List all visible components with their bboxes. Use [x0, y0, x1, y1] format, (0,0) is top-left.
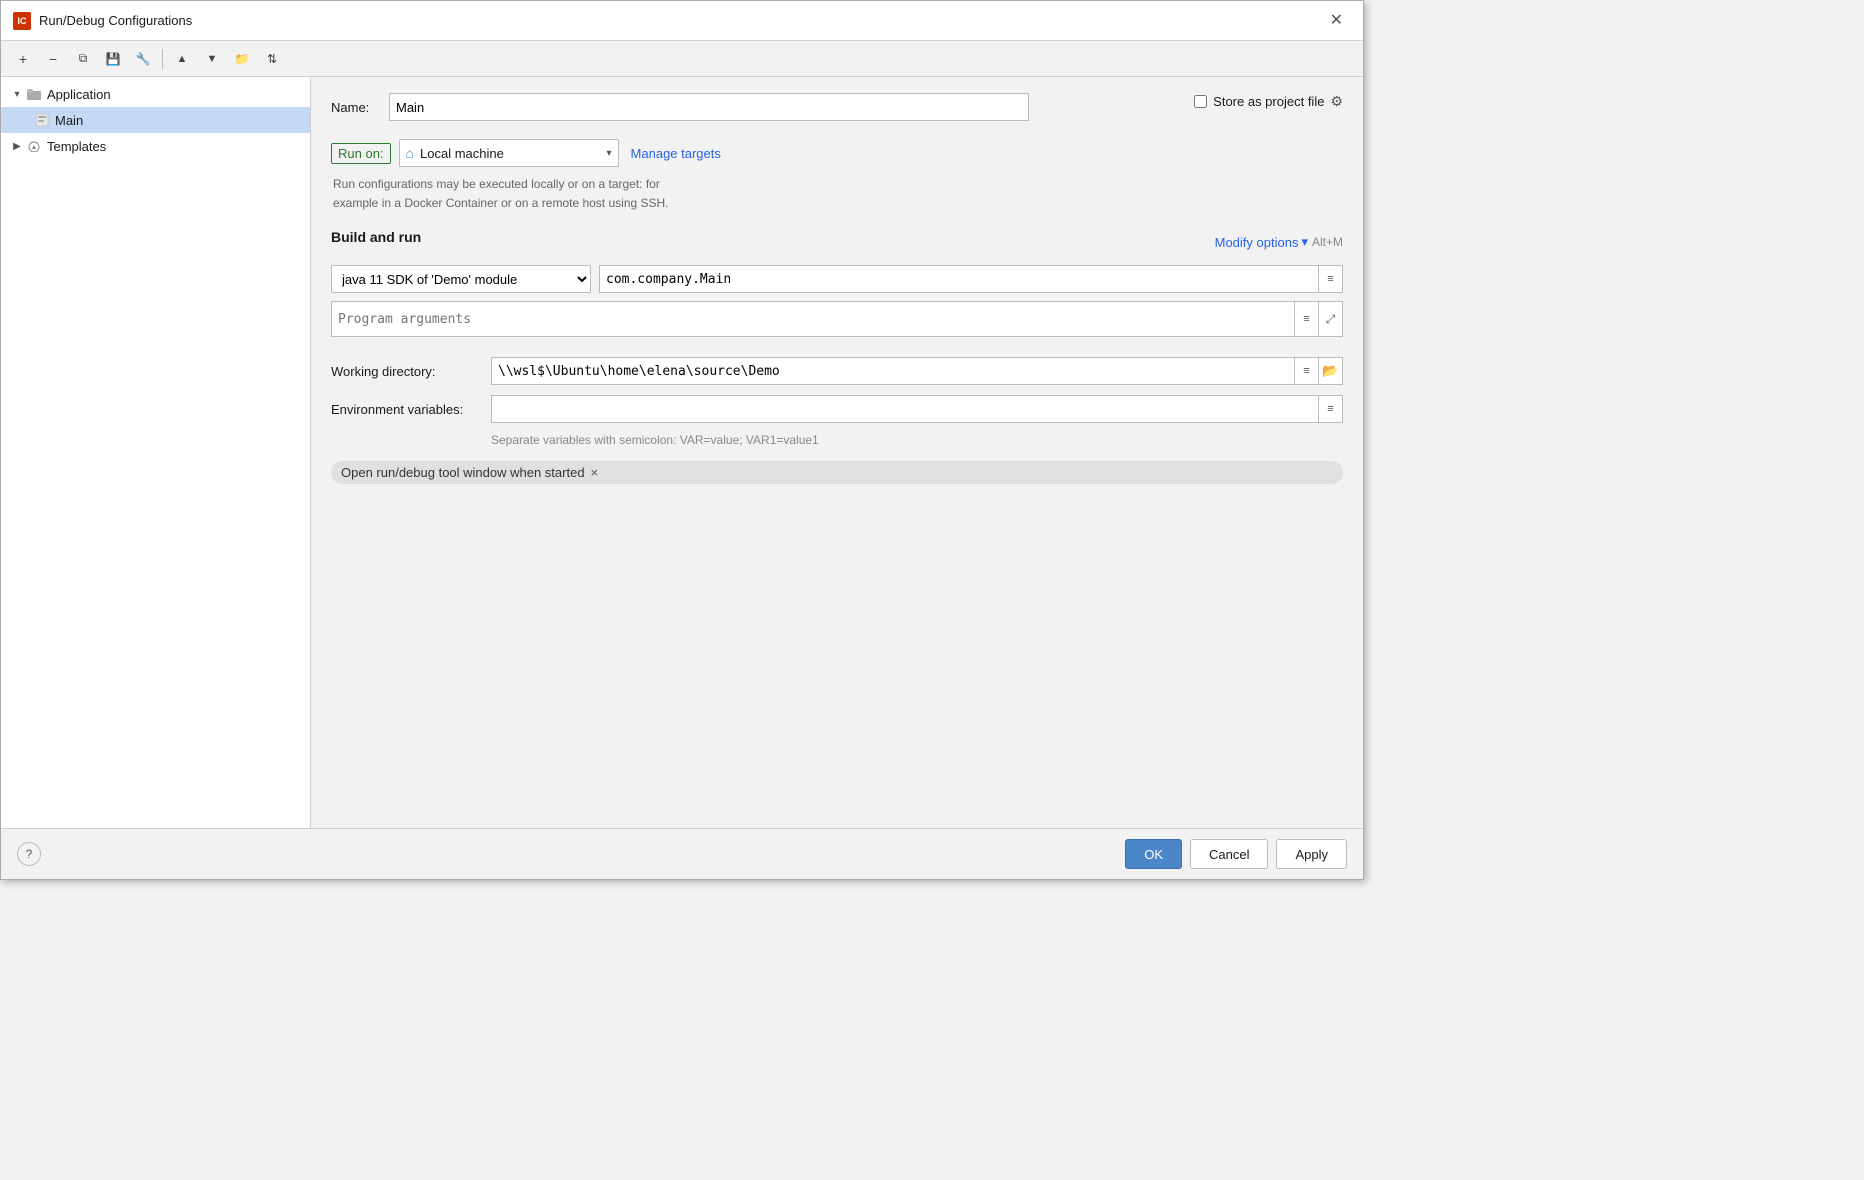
folder-open-icon: 📂 [1322, 363, 1338, 379]
env-variables-label: Environment variables: [331, 402, 491, 417]
dropdown-arrow-icon: ▾ [607, 148, 612, 159]
copy-config-button[interactable]: ⧉ [69, 46, 97, 72]
env-browse-icon: ≡ [1327, 403, 1333, 415]
manage-targets-link[interactable]: Manage targets [631, 146, 721, 161]
env-variables-input[interactable] [491, 395, 1319, 423]
args-browse-icon: ≡ [1303, 313, 1309, 325]
templates-expand-icon: ▶ [9, 138, 25, 154]
settings-gear-icon[interactable]: ⚙ [1330, 93, 1343, 110]
working-directory-input[interactable] [491, 357, 1295, 385]
remove-config-button[interactable]: − [39, 46, 67, 72]
wrench-icon: 🔧 [136, 52, 151, 66]
right-panel: Name: Store as project file ⚙ Run on: ⌂ … [311, 77, 1363, 828]
title-bar: IC Run/Debug Configurations ✕ [1, 1, 1363, 41]
main-content: ▾ Application Main ▶ [1, 77, 1363, 828]
help-button[interactable]: ? [17, 842, 41, 866]
expand-arrows-icon: ⤢ [1326, 312, 1336, 327]
store-project-row: Store as project file ⚙ [1194, 93, 1343, 110]
sidebar-application-label: Application [47, 87, 111, 102]
settings-button[interactable]: 🔧 [129, 46, 157, 72]
folder-move-icon: 📁 [235, 52, 250, 66]
top-row: Name: Store as project file ⚙ [331, 93, 1343, 121]
home-icon: ⌂ [406, 145, 414, 161]
browse-icon: ≡ [1327, 273, 1333, 285]
local-machine-label: Local machine [420, 146, 504, 161]
sort-button[interactable]: ⇅ [258, 46, 286, 72]
ok-button[interactable]: OK [1125, 839, 1182, 869]
move-to-group-button[interactable]: 📁 [228, 46, 256, 72]
sdk-select[interactable]: java 11 SDK of 'Demo' module [331, 265, 591, 293]
minus-icon: − [49, 51, 57, 67]
env-hint: Separate variables with semicolon: VAR=v… [491, 433, 1343, 447]
sidebar-main-label: Main [55, 113, 83, 128]
add-config-button[interactable]: + [9, 46, 37, 72]
working-dir-folder-button[interactable]: 📂 [1319, 357, 1343, 385]
cancel-button[interactable]: Cancel [1190, 839, 1268, 869]
plus-icon: + [19, 51, 27, 67]
store-project-label: Store as project file [1213, 94, 1324, 109]
main-class-input[interactable] [599, 265, 1319, 293]
tag-close-button[interactable]: × [591, 466, 599, 479]
modify-options-shortcut: Alt+M [1312, 235, 1343, 249]
env-variables-row: Environment variables: ≡ [331, 395, 1343, 423]
env-variables-wrap: ≡ [491, 395, 1343, 423]
program-args-input[interactable] [331, 301, 1295, 337]
run-on-row: Run on: ⌂ Local machine ▾ Manage targets [331, 139, 1343, 167]
build-run-header: Build and run [331, 229, 421, 245]
sdk-row: java 11 SDK of 'Demo' module ≡ [331, 265, 1343, 293]
name-label: Name: [331, 100, 381, 115]
modify-options-button[interactable]: Modify options ▾ [1215, 234, 1308, 250]
store-project-checkbox[interactable] [1194, 95, 1207, 108]
env-browse-button[interactable]: ≡ [1319, 395, 1343, 423]
templates-icon [25, 138, 43, 154]
move-down-button[interactable]: ▼ [198, 46, 226, 72]
modify-options-area: Modify options ▾ Alt+M [1215, 234, 1343, 250]
sidebar-item-templates[interactable]: ▶ Templates [1, 133, 310, 159]
build-run-section-row: Build and run Modify options ▾ Alt+M [331, 229, 1343, 255]
folder-icon [25, 86, 43, 102]
move-up-button[interactable]: ▲ [168, 46, 196, 72]
sidebar-item-main[interactable]: Main [1, 107, 310, 133]
tag-label: Open run/debug tool window when started [341, 465, 585, 480]
working-dir-browse-button[interactable]: ≡ [1295, 357, 1319, 385]
args-icon-btns: ≡ ⤢ [1295, 301, 1343, 337]
sidebar: ▾ Application Main ▶ [1, 77, 311, 828]
expand-icon: ▾ [9, 86, 25, 102]
save-icon: 💾 [106, 52, 121, 66]
run-on-dropdown[interactable]: ⌂ Local machine ▾ [399, 139, 619, 167]
bottom-bar: ? OK Cancel Apply [1, 828, 1363, 879]
up-arrow-icon: ▲ [177, 53, 188, 65]
dialog-title: Run/Debug Configurations [39, 13, 1322, 28]
name-row: Name: [331, 93, 1194, 121]
main-class-browse-button[interactable]: ≡ [1319, 265, 1343, 293]
tag-pill: Open run/debug tool window when started … [331, 461, 1343, 484]
args-expand-button[interactable]: ⤢ [1319, 301, 1343, 337]
sidebar-templates-label: Templates [47, 139, 106, 154]
working-directory-wrap: ≡ 📂 [491, 357, 1343, 385]
chevron-down-icon: ▾ [1301, 234, 1308, 250]
save-config-button[interactable]: 💾 [99, 46, 127, 72]
name-input[interactable] [389, 93, 1029, 121]
run-debug-dialog: IC Run/Debug Configurations ✕ + − ⧉ 💾 🔧 … [0, 0, 1364, 880]
toolbar: + − ⧉ 💾 🔧 ▲ ▼ 📁 ⇅ [1, 41, 1363, 77]
run-on-label: Run on: [331, 143, 391, 164]
copy-icon: ⧉ [79, 51, 88, 66]
working-directory-label: Working directory: [331, 364, 491, 379]
run-config-icon [33, 112, 51, 128]
program-args-wrap: ≡ ⤢ [331, 301, 1343, 337]
toolbar-separator [162, 49, 163, 69]
main-class-wrap: ≡ [599, 265, 1343, 293]
run-on-hint: Run configurations may be executed local… [331, 175, 1343, 213]
apply-button[interactable]: Apply [1276, 839, 1347, 869]
sidebar-item-application[interactable]: ▾ Application [1, 81, 310, 107]
working-directory-row: Working directory: ≡ 📂 [331, 357, 1343, 385]
down-arrow-icon: ▼ [207, 53, 218, 65]
sort-icon: ⇅ [267, 52, 277, 66]
file-browse-icon: ≡ [1303, 365, 1309, 377]
args-browse-button[interactable]: ≡ [1295, 301, 1319, 337]
modify-options-label: Modify options [1215, 235, 1299, 250]
app-icon: IC [13, 12, 31, 30]
close-button[interactable]: ✕ [1322, 9, 1351, 33]
